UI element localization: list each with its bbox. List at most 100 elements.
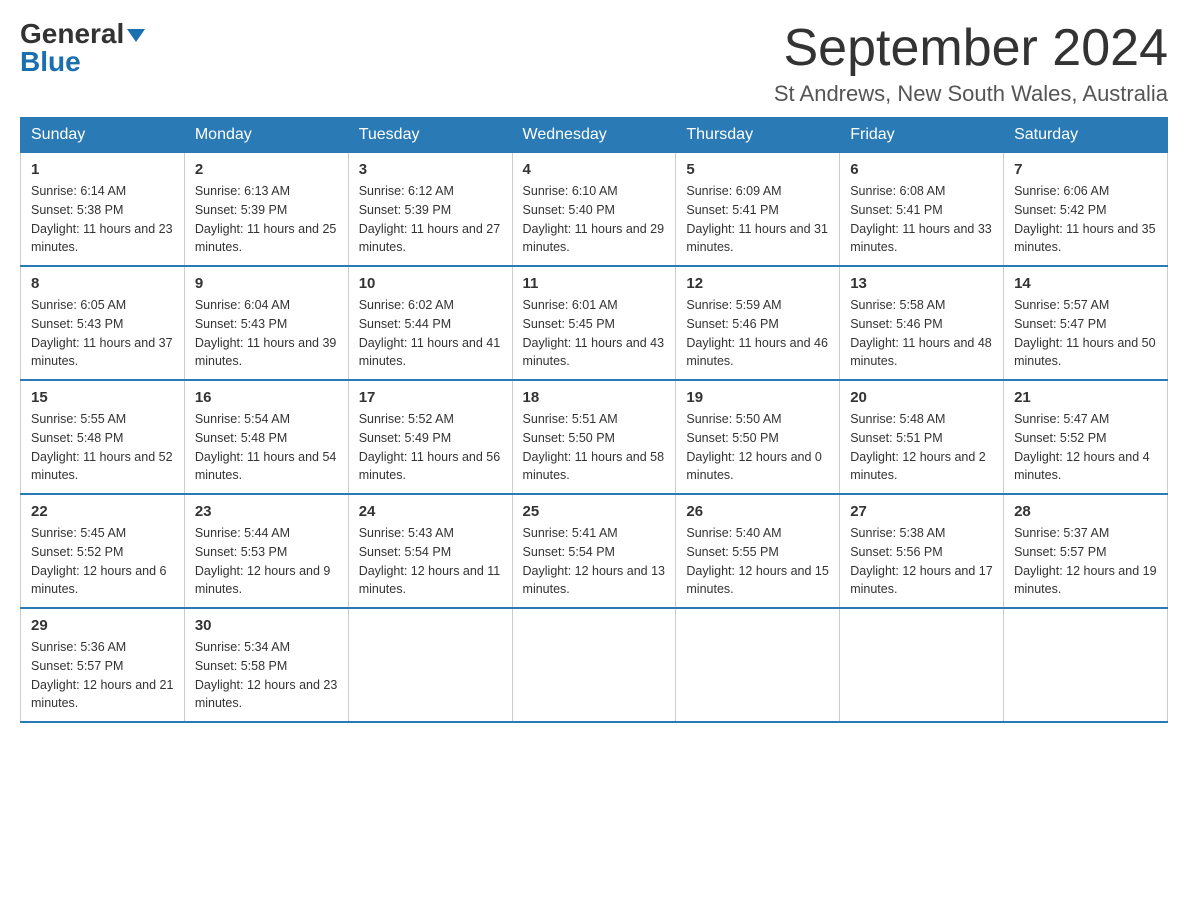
day-cell-18: 18 Sunrise: 5:51 AMSunset: 5:50 PMDayligh… (512, 380, 676, 494)
day-number: 26 (686, 503, 829, 520)
day-cell-24: 24 Sunrise: 5:43 AMSunset: 5:54 PMDayligh… (348, 494, 512, 608)
header-sunday: Sunday (21, 118, 185, 153)
calendar-header-row: SundayMondayTuesdayWednesdayThursdayFrid… (21, 118, 1168, 153)
day-cell-14: 14 Sunrise: 5:57 AMSunset: 5:47 PMDayligh… (1004, 266, 1168, 380)
day-info: Sunrise: 5:50 AMSunset: 5:50 PMDaylight:… (686, 410, 829, 485)
day-cell-8: 8 Sunrise: 6:05 AMSunset: 5:43 PMDaylight… (21, 266, 185, 380)
day-info: Sunrise: 6:13 AMSunset: 5:39 PMDaylight:… (195, 182, 338, 257)
day-info: Sunrise: 6:05 AMSunset: 5:43 PMDaylight:… (31, 296, 174, 371)
day-cell-27: 27 Sunrise: 5:38 AMSunset: 5:56 PMDayligh… (840, 494, 1004, 608)
day-cell-5: 5 Sunrise: 6:09 AMSunset: 5:41 PMDaylight… (676, 153, 840, 267)
header-thursday: Thursday (676, 118, 840, 153)
day-number: 23 (195, 503, 338, 520)
day-cell-20: 20 Sunrise: 5:48 AMSunset: 5:51 PMDayligh… (840, 380, 1004, 494)
day-number: 9 (195, 275, 338, 292)
day-info: Sunrise: 5:45 AMSunset: 5:52 PMDaylight:… (31, 524, 174, 599)
day-number: 10 (359, 275, 502, 292)
day-number: 16 (195, 389, 338, 406)
logo-text-line2: Blue (20, 48, 81, 76)
day-info: Sunrise: 6:14 AMSunset: 5:38 PMDaylight:… (31, 182, 174, 257)
day-cell-2: 2 Sunrise: 6:13 AMSunset: 5:39 PMDaylight… (184, 153, 348, 267)
day-info: Sunrise: 5:40 AMSunset: 5:55 PMDaylight:… (686, 524, 829, 599)
day-cell-30: 30 Sunrise: 5:34 AMSunset: 5:58 PMDayligh… (184, 608, 348, 722)
day-number: 28 (1014, 503, 1157, 520)
day-info: Sunrise: 5:48 AMSunset: 5:51 PMDaylight:… (850, 410, 993, 485)
empty-cell (512, 608, 676, 722)
day-cell-4: 4Sunrise: 6:10 AMSunset: 5:40 PMDaylight… (512, 153, 676, 267)
day-info: Sunrise: 5:59 AMSunset: 5:46 PMDaylight:… (686, 296, 829, 371)
day-info: Sunrise: 6:10 AMSunset: 5:40 PMDaylight:… (523, 182, 666, 257)
day-cell-23: 23 Sunrise: 5:44 AMSunset: 5:53 PMDayligh… (184, 494, 348, 608)
day-info: Sunrise: 5:52 AMSunset: 5:49 PMDaylight:… (359, 410, 502, 485)
day-info: Sunrise: 5:43 AMSunset: 5:54 PMDaylight:… (359, 524, 502, 599)
day-number: 27 (850, 503, 993, 520)
day-number: 7 (1014, 161, 1157, 178)
day-number: 25 (523, 503, 666, 520)
week-row-1: 1 Sunrise: 6:14 AMSunset: 5:38 PMDaylight… (21, 153, 1168, 267)
day-number: 12 (686, 275, 829, 292)
day-info: Sunrise: 5:58 AMSunset: 5:46 PMDaylight:… (850, 296, 993, 371)
day-cell-22: 22 Sunrise: 5:45 AMSunset: 5:52 PMDayligh… (21, 494, 185, 608)
day-cell-29: 29Sunrise: 5:36 AMSunset: 5:57 PMDayligh… (21, 608, 185, 722)
day-number: 17 (359, 389, 502, 406)
day-number: 20 (850, 389, 993, 406)
empty-cell (348, 608, 512, 722)
day-number: 19 (686, 389, 829, 406)
logo: General Blue (20, 20, 145, 76)
day-info: Sunrise: 6:08 AMSunset: 5:41 PMDaylight:… (850, 182, 993, 257)
day-cell-10: 10 Sunrise: 6:02 AMSunset: 5:44 PMDayligh… (348, 266, 512, 380)
day-info: Sunrise: 5:37 AMSunset: 5:57 PMDaylight:… (1014, 524, 1157, 599)
day-number: 18 (523, 389, 666, 406)
empty-cell (840, 608, 1004, 722)
day-cell-21: 21Sunrise: 5:47 AMSunset: 5:52 PMDayligh… (1004, 380, 1168, 494)
day-cell-11: 11 Sunrise: 6:01 AMSunset: 5:45 PMDayligh… (512, 266, 676, 380)
empty-cell (1004, 608, 1168, 722)
day-cell-25: 25 Sunrise: 5:41 AMSunset: 5:54 PMDayligh… (512, 494, 676, 608)
day-number: 29 (31, 617, 174, 634)
day-number: 13 (850, 275, 993, 292)
day-number: 24 (359, 503, 502, 520)
page-header: General Blue September 2024 St Andrews, … (20, 20, 1168, 107)
week-row-4: 22 Sunrise: 5:45 AMSunset: 5:52 PMDayligh… (21, 494, 1168, 608)
day-info: Sunrise: 6:02 AMSunset: 5:44 PMDaylight:… (359, 296, 502, 371)
calendar-table: SundayMondayTuesdayWednesdayThursdayFrid… (20, 117, 1168, 723)
day-number: 2 (195, 161, 338, 178)
logo-text-line1: General (20, 20, 145, 48)
day-number: 14 (1014, 275, 1157, 292)
day-cell-26: 26 Sunrise: 5:40 AMSunset: 5:55 PMDayligh… (676, 494, 840, 608)
day-cell-3: 3Sunrise: 6:12 AMSunset: 5:39 PMDaylight… (348, 153, 512, 267)
header-monday: Monday (184, 118, 348, 153)
day-number: 21 (1014, 389, 1157, 406)
day-info: Sunrise: 5:41 AMSunset: 5:54 PMDaylight:… (523, 524, 666, 599)
day-number: 5 (686, 161, 829, 178)
day-info: Sunrise: 5:34 AMSunset: 5:58 PMDaylight:… (195, 638, 338, 713)
day-info: Sunrise: 5:44 AMSunset: 5:53 PMDaylight:… (195, 524, 338, 599)
day-info: Sunrise: 5:57 AMSunset: 5:47 PMDaylight:… (1014, 296, 1157, 371)
day-cell-19: 19 Sunrise: 5:50 AMSunset: 5:50 PMDayligh… (676, 380, 840, 494)
day-info: Sunrise: 5:51 AMSunset: 5:50 PMDaylight:… (523, 410, 666, 485)
day-info: Sunrise: 5:54 AMSunset: 5:48 PMDaylight:… (195, 410, 338, 485)
empty-cell (676, 608, 840, 722)
header-saturday: Saturday (1004, 118, 1168, 153)
day-info: Sunrise: 6:09 AMSunset: 5:41 PMDaylight:… (686, 182, 829, 257)
header-friday: Friday (840, 118, 1004, 153)
day-info: Sunrise: 5:38 AMSunset: 5:56 PMDaylight:… (850, 524, 993, 599)
day-info: Sunrise: 6:01 AMSunset: 5:45 PMDaylight:… (523, 296, 666, 371)
day-number: 30 (195, 617, 338, 634)
day-number: 15 (31, 389, 174, 406)
day-number: 6 (850, 161, 993, 178)
day-number: 22 (31, 503, 174, 520)
week-row-5: 29Sunrise: 5:36 AMSunset: 5:57 PMDayligh… (21, 608, 1168, 722)
day-number: 8 (31, 275, 174, 292)
day-number: 1 (31, 161, 174, 178)
day-info: Sunrise: 5:55 AMSunset: 5:48 PMDaylight:… (31, 410, 174, 485)
week-row-2: 8 Sunrise: 6:05 AMSunset: 5:43 PMDaylight… (21, 266, 1168, 380)
day-cell-17: 17 Sunrise: 5:52 AMSunset: 5:49 PMDayligh… (348, 380, 512, 494)
header-tuesday: Tuesday (348, 118, 512, 153)
header-wednesday: Wednesday (512, 118, 676, 153)
title-area: September 2024 St Andrews, New South Wal… (774, 20, 1168, 107)
day-number: 3 (359, 161, 502, 178)
month-title: September 2024 (774, 20, 1168, 77)
day-info: Sunrise: 6:04 AMSunset: 5:43 PMDaylight:… (195, 296, 338, 371)
day-number: 11 (523, 275, 666, 292)
